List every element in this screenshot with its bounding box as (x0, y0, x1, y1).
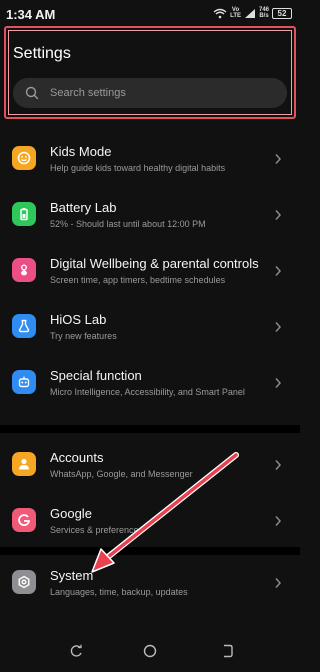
robot-icon (12, 370, 36, 394)
item-title: Battery Lab (50, 200, 117, 215)
search-placeholder: Search settings (50, 87, 126, 99)
settings-item-digital-wellbeing[interactable]: Digital Wellbeing & parental controls Sc… (0, 246, 300, 298)
settings-item-battery-lab[interactable]: Battery Lab 52% - Should last until abou… (0, 190, 300, 242)
settings-item-google[interactable]: Google Services & preferences (0, 496, 300, 548)
battery-icon (12, 202, 36, 226)
section-divider (0, 425, 300, 433)
chevron-right-icon (275, 378, 282, 388)
chevron-right-icon (275, 154, 282, 164)
account-icon (12, 452, 36, 476)
chevron-right-icon (275, 322, 282, 332)
wellbeing-icon (12, 258, 36, 282)
status-icons: Vo LTE 746 B/s 52 (213, 5, 292, 21)
search-icon (25, 86, 39, 100)
status-bar: 1:34 AM Vo LTE 746 B/s 52 (0, 0, 300, 26)
item-title: Accounts (50, 450, 104, 465)
item-subtitle: 52% - Should last until about 12:00 PM (50, 219, 206, 229)
item-subtitle: Services & preferences (50, 525, 144, 535)
system-icon (12, 570, 36, 594)
item-title: Kids Mode (50, 144, 112, 159)
page-title: Settings (13, 45, 71, 62)
navigation-bar (0, 632, 300, 672)
item-title: System (50, 568, 94, 583)
item-subtitle: Micro Intelligence, Accessibility, and S… (50, 387, 245, 397)
settings-item-system[interactable]: System Languages, time, backup, updates (0, 558, 300, 610)
settings-item-hios-lab[interactable]: HiOS Lab Try new features (0, 302, 300, 354)
item-subtitle: Languages, time, backup, updates (50, 587, 188, 597)
settings-item-accounts[interactable]: Accounts WhatsApp, Google, and Messenger (0, 440, 300, 492)
item-subtitle: Screen time, app timers, bedtime schedul… (50, 275, 226, 285)
volte-indicator: Vo LTE (230, 7, 241, 19)
item-subtitle: Help guide kids toward healthy digital h… (50, 163, 226, 173)
chevron-right-icon (275, 516, 282, 526)
flask-icon (12, 314, 36, 338)
item-title: Digital Wellbeing & parental controls (50, 256, 259, 271)
google-icon (12, 508, 36, 532)
chevron-right-icon (275, 266, 282, 276)
wifi-icon (213, 8, 227, 18)
home-icon[interactable] (143, 644, 157, 658)
network-speed: 746 B/s (258, 7, 269, 19)
item-title: Google (50, 506, 92, 521)
item-title: Special function (50, 368, 142, 383)
chevron-right-icon (275, 210, 282, 220)
battery-indicator: 52 (272, 7, 292, 19)
item-subtitle: WhatsApp, Google, and Messenger (50, 469, 193, 479)
section-divider (0, 547, 300, 555)
chevron-right-icon (275, 460, 282, 470)
settings-item-kids-mode[interactable]: Kids Mode Help guide kids toward healthy… (0, 134, 300, 186)
kids-mode-icon (12, 146, 36, 170)
item-title: HiOS Lab (50, 312, 107, 327)
item-subtitle: Try new features (50, 331, 117, 341)
status-time: 1:34 AM (6, 7, 56, 22)
recent-apps-icon[interactable] (69, 644, 83, 658)
search-input[interactable]: Search settings (13, 78, 287, 108)
signal-icon (244, 8, 255, 18)
back-icon[interactable] (220, 644, 234, 658)
chevron-right-icon (275, 578, 282, 588)
settings-item-special-function[interactable]: Special function Micro Intelligence, Acc… (0, 358, 300, 422)
